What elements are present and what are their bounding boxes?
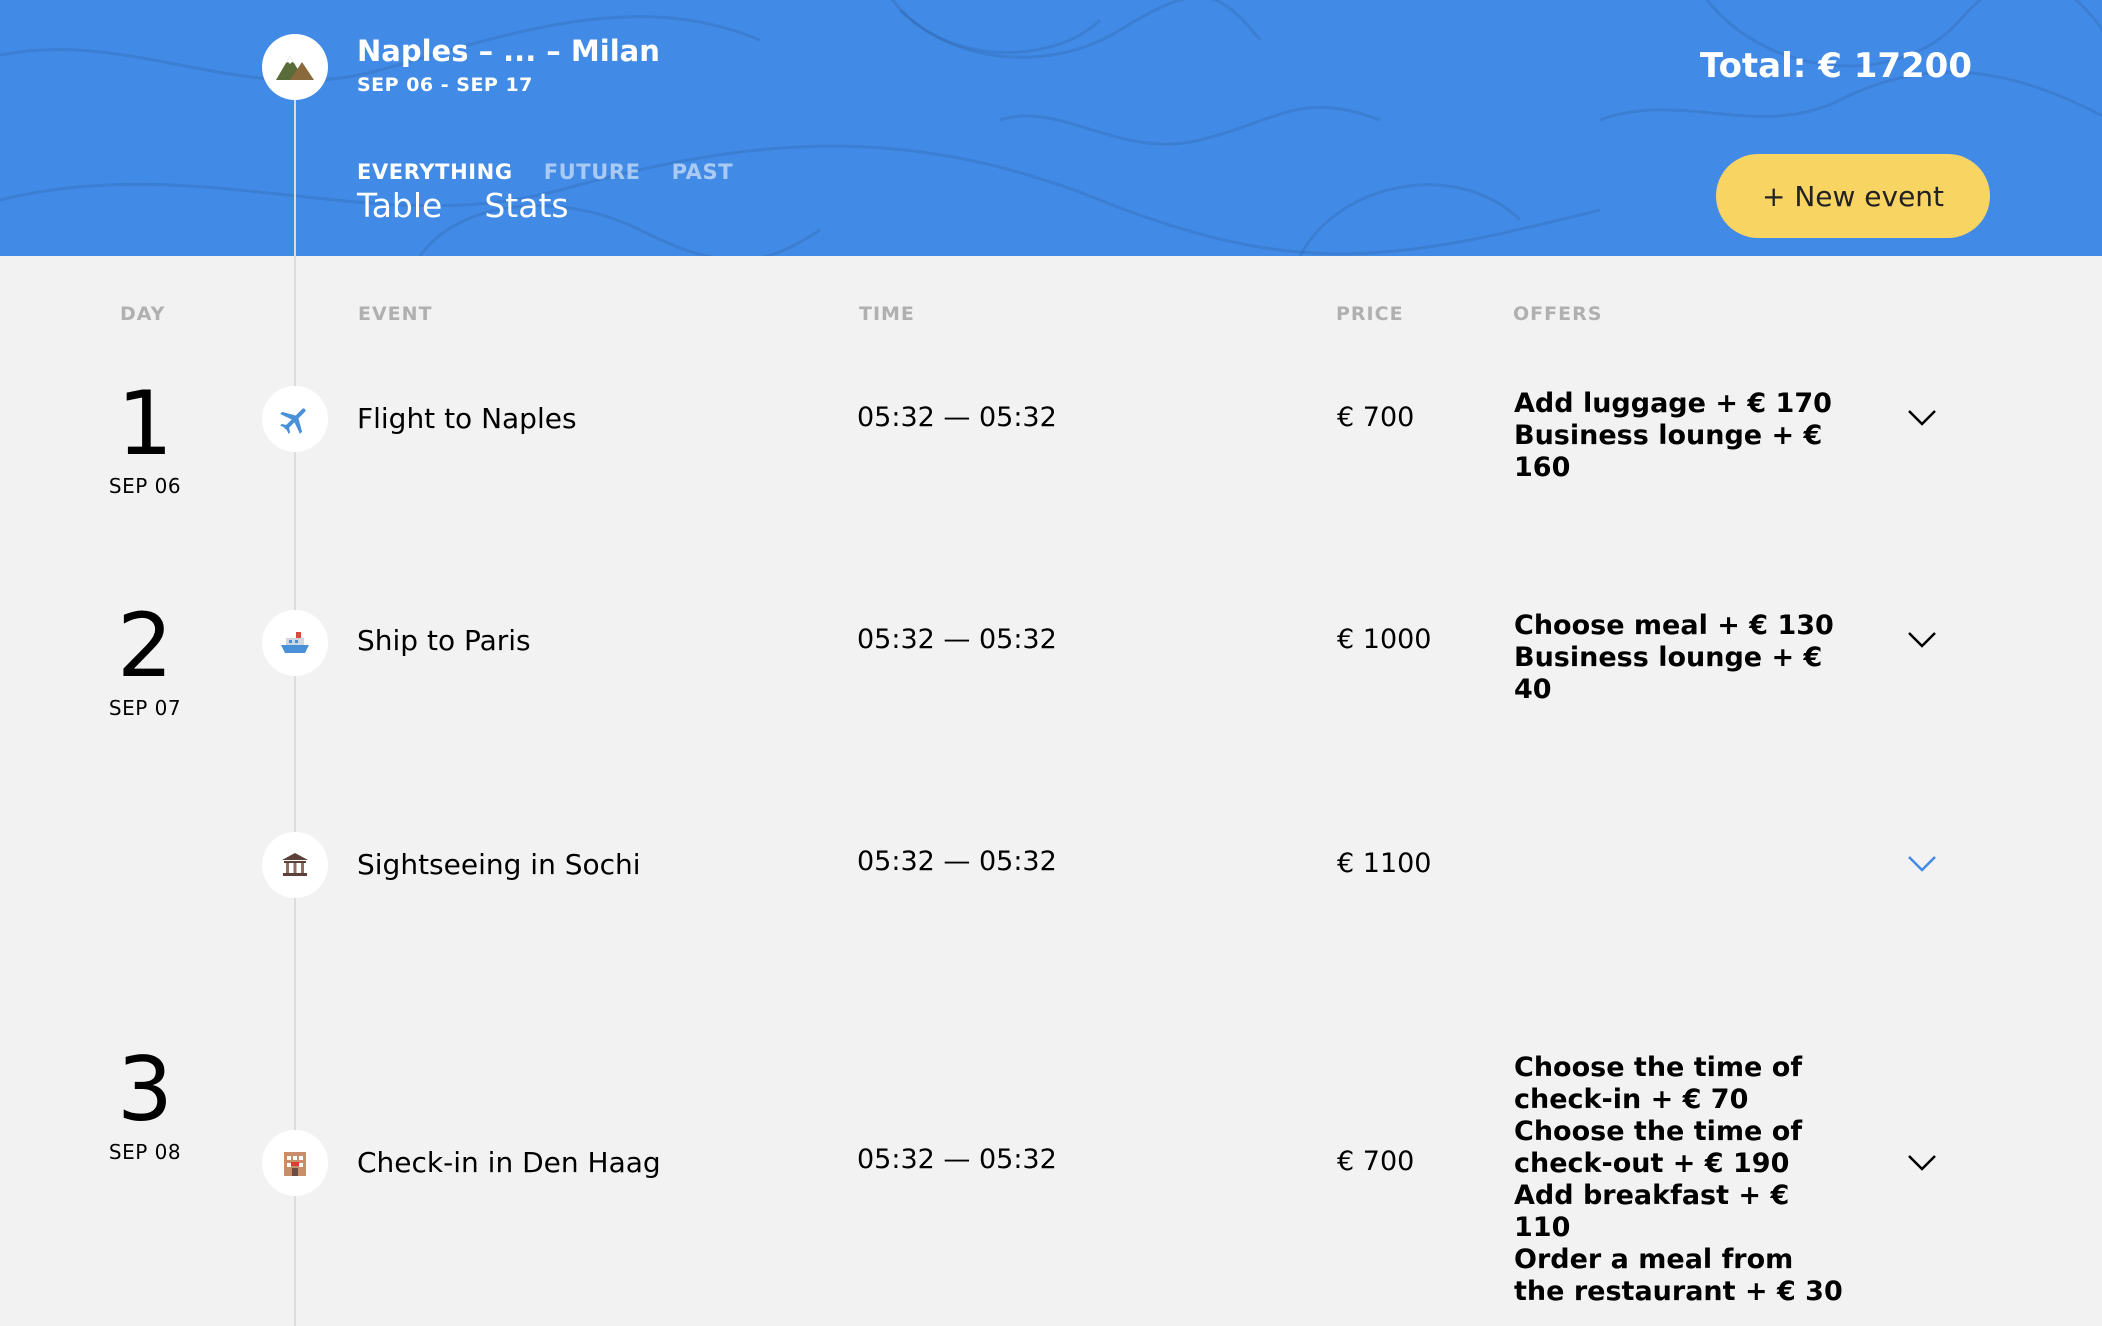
view-tabs: Table Stats	[357, 186, 569, 225]
chevron-down-icon[interactable]	[1906, 1152, 1938, 1174]
mountain-icon	[276, 56, 314, 80]
day-number: 2	[117, 594, 173, 697]
event-name: Ship to Paris	[357, 624, 531, 657]
trip-total: Total: € 17200	[1699, 46, 1972, 86]
column-header-price: PRICE	[1336, 303, 1404, 325]
event-price: € 700	[1337, 402, 1415, 433]
offer-item: Order a meal from the restaurant + € 30	[1514, 1244, 1843, 1307]
offer-item: Business lounge + € 40	[1514, 642, 1823, 705]
event-type-badge	[262, 386, 328, 452]
chevron-down-icon[interactable]	[1906, 853, 1938, 875]
trip-dates: SEP 06 - SEP 17	[357, 74, 533, 96]
hotel-icon	[284, 1152, 306, 1176]
event-time: 05:32 — 05:32	[857, 402, 1057, 433]
column-header-offers: OFFERS	[1513, 303, 1603, 325]
new-event-button[interactable]: + New event	[1716, 154, 1990, 238]
ship-icon	[281, 632, 309, 653]
event-name: Check-in in Den Haag	[357, 1146, 661, 1179]
offer-item: Choose the time of check-in + € 70	[1514, 1052, 1803, 1115]
offer-item: Add luggage + € 170	[1514, 388, 1832, 419]
event-time: 05:32 — 05:32	[857, 1144, 1057, 1175]
filter-everything[interactable]: EVERYTHING	[357, 160, 513, 184]
day-date: SEP 08	[108, 1140, 182, 1164]
event-offers: Add luggage + € 170 Business lounge + € …	[1514, 388, 1844, 484]
event-price: € 1000	[1337, 624, 1432, 655]
tab-table[interactable]: Table	[357, 186, 442, 225]
event-name: Flight to Naples	[357, 402, 577, 435]
column-header-time: TIME	[859, 303, 915, 325]
column-header-event: EVENT	[358, 303, 433, 325]
trip-logo	[262, 34, 328, 100]
offer-item: Choose the time of check-out + € 190	[1514, 1116, 1803, 1179]
event-time: 05:32 — 05:32	[857, 624, 1057, 655]
day-number: 1	[117, 372, 173, 475]
offer-item: Business lounge + € 160	[1514, 420, 1823, 483]
offer-item: Add breakfast + € 110	[1514, 1180, 1790, 1243]
event-name: Sightseeing in Sochi	[357, 848, 641, 881]
event-offers: Choose the time of check-in + € 70 Choos…	[1514, 1052, 1844, 1308]
event-time: 05:32 — 05:32	[857, 846, 1057, 877]
event-type-badge	[262, 832, 328, 898]
column-header-day: DAY	[120, 303, 166, 325]
day-number: 3	[117, 1038, 173, 1141]
event-type-badge	[262, 610, 328, 676]
chevron-down-icon[interactable]	[1906, 407, 1938, 429]
filter-tabs: EVERYTHING FUTURE PAST	[357, 160, 733, 184]
day-date: SEP 06	[108, 474, 182, 498]
filter-past[interactable]: PAST	[672, 160, 734, 184]
airplane-icon	[280, 408, 306, 434]
tab-stats[interactable]: Stats	[484, 186, 568, 225]
chevron-down-icon[interactable]	[1906, 629, 1938, 651]
museum-icon	[282, 853, 308, 876]
trip-title: Naples – ... – Milan	[357, 34, 660, 68]
event-type-badge	[262, 1130, 328, 1196]
event-offers: Choose meal + € 130 Business lounge + € …	[1514, 610, 1844, 706]
filter-future[interactable]: FUTURE	[544, 160, 641, 184]
event-price: € 700	[1337, 1146, 1415, 1177]
event-price: € 1100	[1337, 848, 1432, 879]
offer-item: Choose meal + € 130	[1514, 610, 1834, 641]
trip-header: Naples – ... – Milan SEP 06 - SEP 17 Tot…	[0, 0, 2102, 256]
day-date: SEP 07	[108, 696, 182, 720]
